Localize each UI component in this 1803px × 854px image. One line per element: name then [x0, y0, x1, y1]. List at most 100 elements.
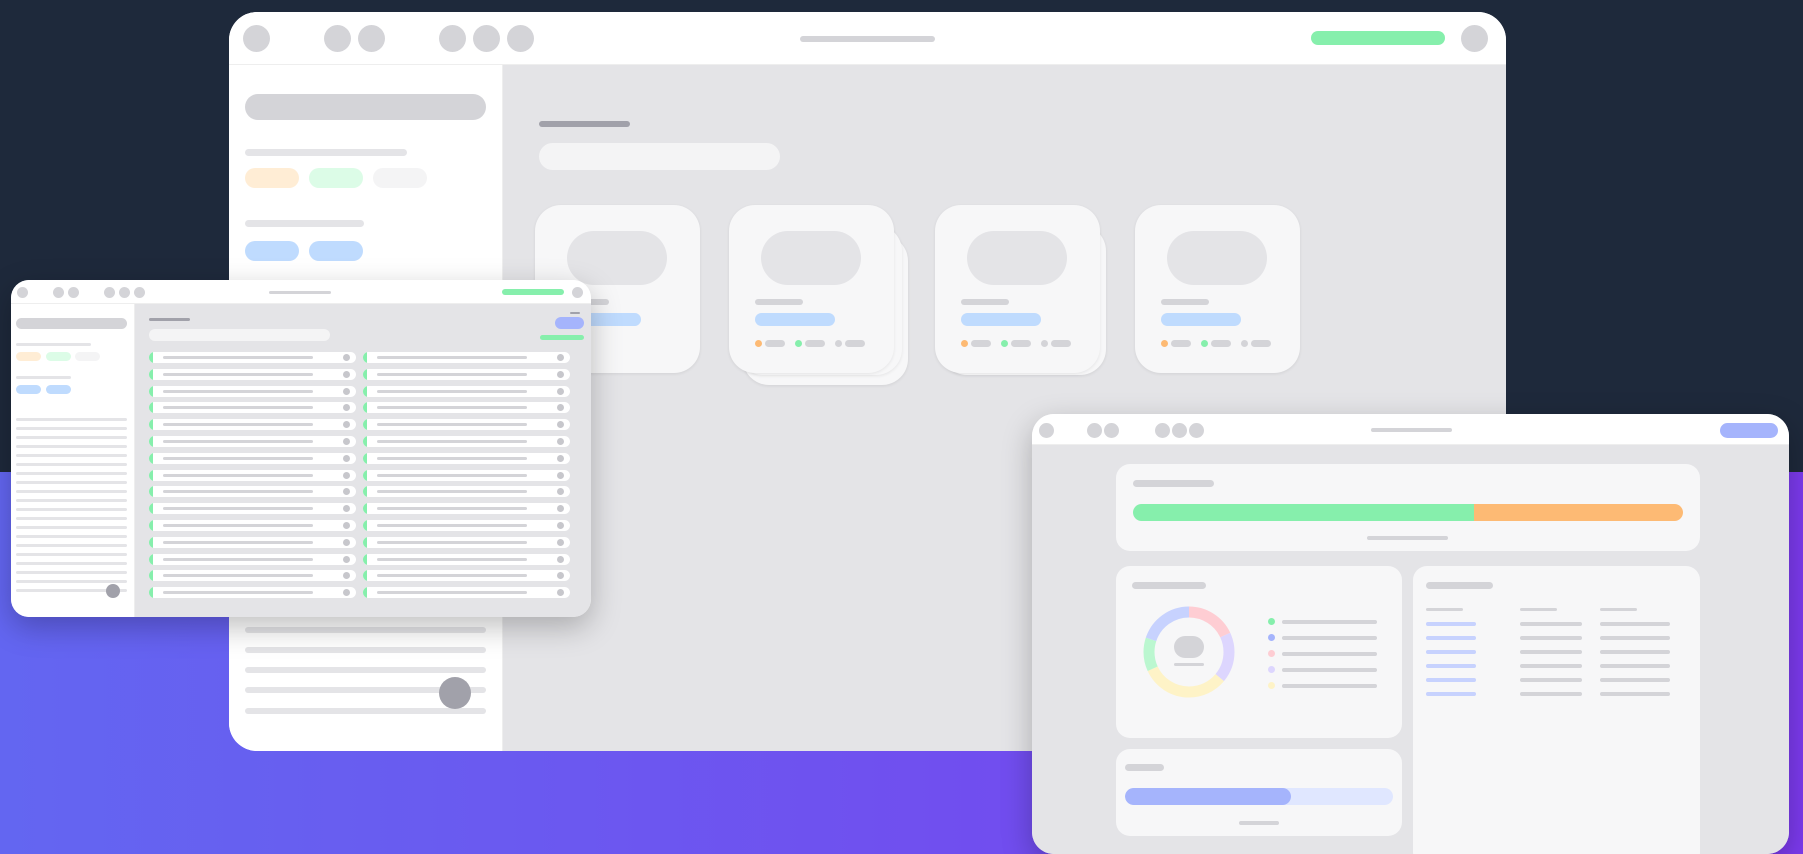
- filter-chip-orange[interactable]: [245, 168, 299, 188]
- avatar[interactable]: [1461, 25, 1488, 52]
- table-row[interactable]: [363, 587, 570, 599]
- filter-chip-gray[interactable]: [373, 168, 427, 188]
- tool-icon[interactable]: [1189, 423, 1204, 438]
- back-icon[interactable]: [1087, 423, 1102, 438]
- row-accent: [149, 419, 153, 431]
- status-dot-gray: [835, 340, 842, 347]
- primary-action-button[interactable]: [502, 289, 564, 295]
- status-dot-orange: [1161, 340, 1168, 347]
- table-row[interactable]: [363, 352, 570, 363]
- sidebar-line: [16, 454, 127, 457]
- filter-bar[interactable]: [149, 329, 330, 341]
- table-row[interactable]: [149, 503, 356, 515]
- table-row[interactable]: [149, 553, 356, 565]
- filter-chip-gray[interactable]: [75, 352, 100, 361]
- circle-icon[interactable]: [1039, 423, 1054, 438]
- tool-icon[interactable]: [104, 287, 115, 298]
- tool-icon[interactable]: [1155, 423, 1170, 438]
- tag-chip-blue[interactable]: [245, 241, 299, 261]
- item-card[interactable]: [1135, 205, 1300, 373]
- table-cell-link[interactable]: [1426, 678, 1476, 682]
- sidebar-search-placeholder[interactable]: [16, 318, 127, 329]
- status-dot-gray: [1241, 340, 1248, 347]
- search-input[interactable]: [539, 143, 780, 170]
- back-icon[interactable]: [324, 25, 351, 52]
- card-tag: [1161, 313, 1241, 326]
- table-row[interactable]: [363, 570, 570, 582]
- forward-icon[interactable]: [1104, 423, 1119, 438]
- tool-icon[interactable]: [439, 25, 466, 52]
- quota-caption-placeholder: [1239, 821, 1279, 825]
- table-row[interactable]: [149, 570, 356, 582]
- item-card[interactable]: [729, 205, 894, 373]
- tool-icon[interactable]: [1172, 423, 1187, 438]
- table-row[interactable]: [149, 436, 356, 447]
- row-text-placeholder: [163, 440, 313, 443]
- primary-action-button[interactable]: [1311, 31, 1445, 45]
- quota-panel: [1116, 749, 1402, 836]
- item-card[interactable]: [935, 205, 1100, 373]
- tool-icon[interactable]: [134, 287, 145, 298]
- row-text-placeholder: [163, 524, 313, 527]
- circle-icon[interactable]: [243, 25, 270, 52]
- table-row[interactable]: [363, 419, 570, 431]
- table-row[interactable]: [363, 452, 570, 464]
- filter-chip-green[interactable]: [46, 352, 71, 361]
- table-row[interactable]: [363, 436, 570, 447]
- progress-panel: [1116, 464, 1700, 551]
- table-row[interactable]: [149, 385, 356, 397]
- table-row[interactable]: [363, 503, 570, 515]
- table-cell-link[interactable]: [1426, 622, 1476, 626]
- table-row[interactable]: [149, 536, 356, 548]
- table-row[interactable]: [149, 587, 356, 599]
- scroll-handle[interactable]: [439, 677, 471, 709]
- tool-icon[interactable]: [507, 25, 534, 52]
- row-accent: [149, 352, 153, 363]
- table-cell-link[interactable]: [1426, 650, 1476, 654]
- table-row[interactable]: [149, 419, 356, 431]
- table-cell-link[interactable]: [1426, 692, 1476, 696]
- tool-icon[interactable]: [119, 287, 130, 298]
- tag-chip-blue[interactable]: [46, 385, 71, 394]
- table-row[interactable]: [149, 452, 356, 464]
- table-cell-link[interactable]: [1426, 664, 1476, 668]
- meta-placeholder: [1171, 340, 1191, 347]
- action-button[interactable]: [555, 317, 584, 329]
- filter-chip-orange[interactable]: [16, 352, 41, 361]
- sidebar-search-placeholder[interactable]: [245, 94, 486, 120]
- sidebar-heading-placeholder: [16, 376, 71, 379]
- table-row[interactable]: [149, 352, 356, 363]
- forward-icon[interactable]: [68, 287, 79, 298]
- row-accent: [149, 503, 153, 515]
- table-row[interactable]: [363, 368, 570, 380]
- table-row[interactable]: [363, 536, 570, 548]
- scroll-handle[interactable]: [106, 584, 120, 598]
- avatar[interactable]: [572, 287, 583, 298]
- circle-icon[interactable]: [17, 287, 28, 298]
- table-cell-link[interactable]: [1426, 636, 1476, 640]
- back-icon[interactable]: [53, 287, 64, 298]
- tool-icon[interactable]: [473, 25, 500, 52]
- primary-action-button[interactable]: [1720, 423, 1778, 438]
- table-row[interactable]: [149, 520, 356, 531]
- table-row[interactable]: [149, 402, 356, 414]
- row-status-dot: [557, 555, 564, 563]
- row-status-dot: [557, 354, 564, 361]
- window-title-placeholder: [800, 36, 935, 42]
- forward-icon[interactable]: [358, 25, 385, 52]
- filter-chip-green[interactable]: [309, 168, 363, 188]
- meta-placeholder: [805, 340, 825, 347]
- table-row[interactable]: [149, 469, 356, 481]
- table-row[interactable]: [149, 486, 356, 498]
- table-row[interactable]: [363, 486, 570, 498]
- table-row[interactable]: [149, 368, 356, 380]
- table-row[interactable]: [363, 553, 570, 565]
- status-dot-gray: [1041, 340, 1048, 347]
- table-row[interactable]: [363, 520, 570, 531]
- table-row[interactable]: [363, 402, 570, 414]
- row-text-placeholder: [377, 490, 527, 494]
- table-row[interactable]: [363, 469, 570, 481]
- table-row[interactable]: [363, 385, 570, 397]
- tag-chip-blue[interactable]: [309, 241, 363, 261]
- tag-chip-blue[interactable]: [16, 385, 41, 394]
